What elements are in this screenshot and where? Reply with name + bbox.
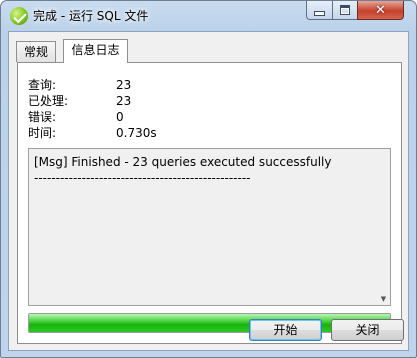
close-icon: ✕ [375,2,386,18]
maximize-icon [340,5,350,15]
stat-value-queries: 23 [116,78,132,92]
tab-message-log[interactable]: 信息日志 [63,39,128,63]
minimize-button[interactable] [306,1,333,20]
stat-value-time: 0.730s [116,126,157,140]
dialog-window: 完成 - 运行 SQL 文件 ✕ 常规 信息日志 查询: 23 已处理: 23 … [0,0,417,358]
stat-value-errors: 0 [116,110,124,124]
window-title: 完成 - 运行 SQL 文件 [33,9,149,23]
start-button[interactable]: 开始 [249,319,322,341]
tab-general[interactable]: 常规 [16,41,56,62]
stat-value-processed: 23 [116,94,132,108]
log-line: ----------------------------------------… [34,171,251,185]
app-icon [10,7,28,25]
dialog-body: 常规 信息日志 查询: 23 已处理: 23 错误: 0 时间: 0.730s … [8,31,409,351]
scroll-down-arrow-icon[interactable]: ▼ [379,295,388,303]
stat-label-processed: 已处理: [28,94,69,108]
close-window-button[interactable]: ✕ [357,1,404,20]
minimize-icon [314,10,325,16]
title-bar[interactable]: 完成 - 运行 SQL 文件 ✕ [1,1,416,31]
log-line: [Msg] Finished - 23 queries executed suc… [34,155,332,169]
stat-label-queries: 查询: [28,78,57,92]
stat-label-errors: 错误: [28,110,57,124]
close-button[interactable]: 关闭 [331,319,404,341]
maximize-button[interactable] [332,1,358,20]
message-log-textarea[interactable]: [Msg] Finished - 23 queries executed suc… [28,148,391,306]
tab-panel-message-log: 查询: 23 已处理: 23 错误: 0 时间: 0.730s [Msg] Fi… [17,62,402,344]
stat-label-time: 时间: [28,126,57,140]
